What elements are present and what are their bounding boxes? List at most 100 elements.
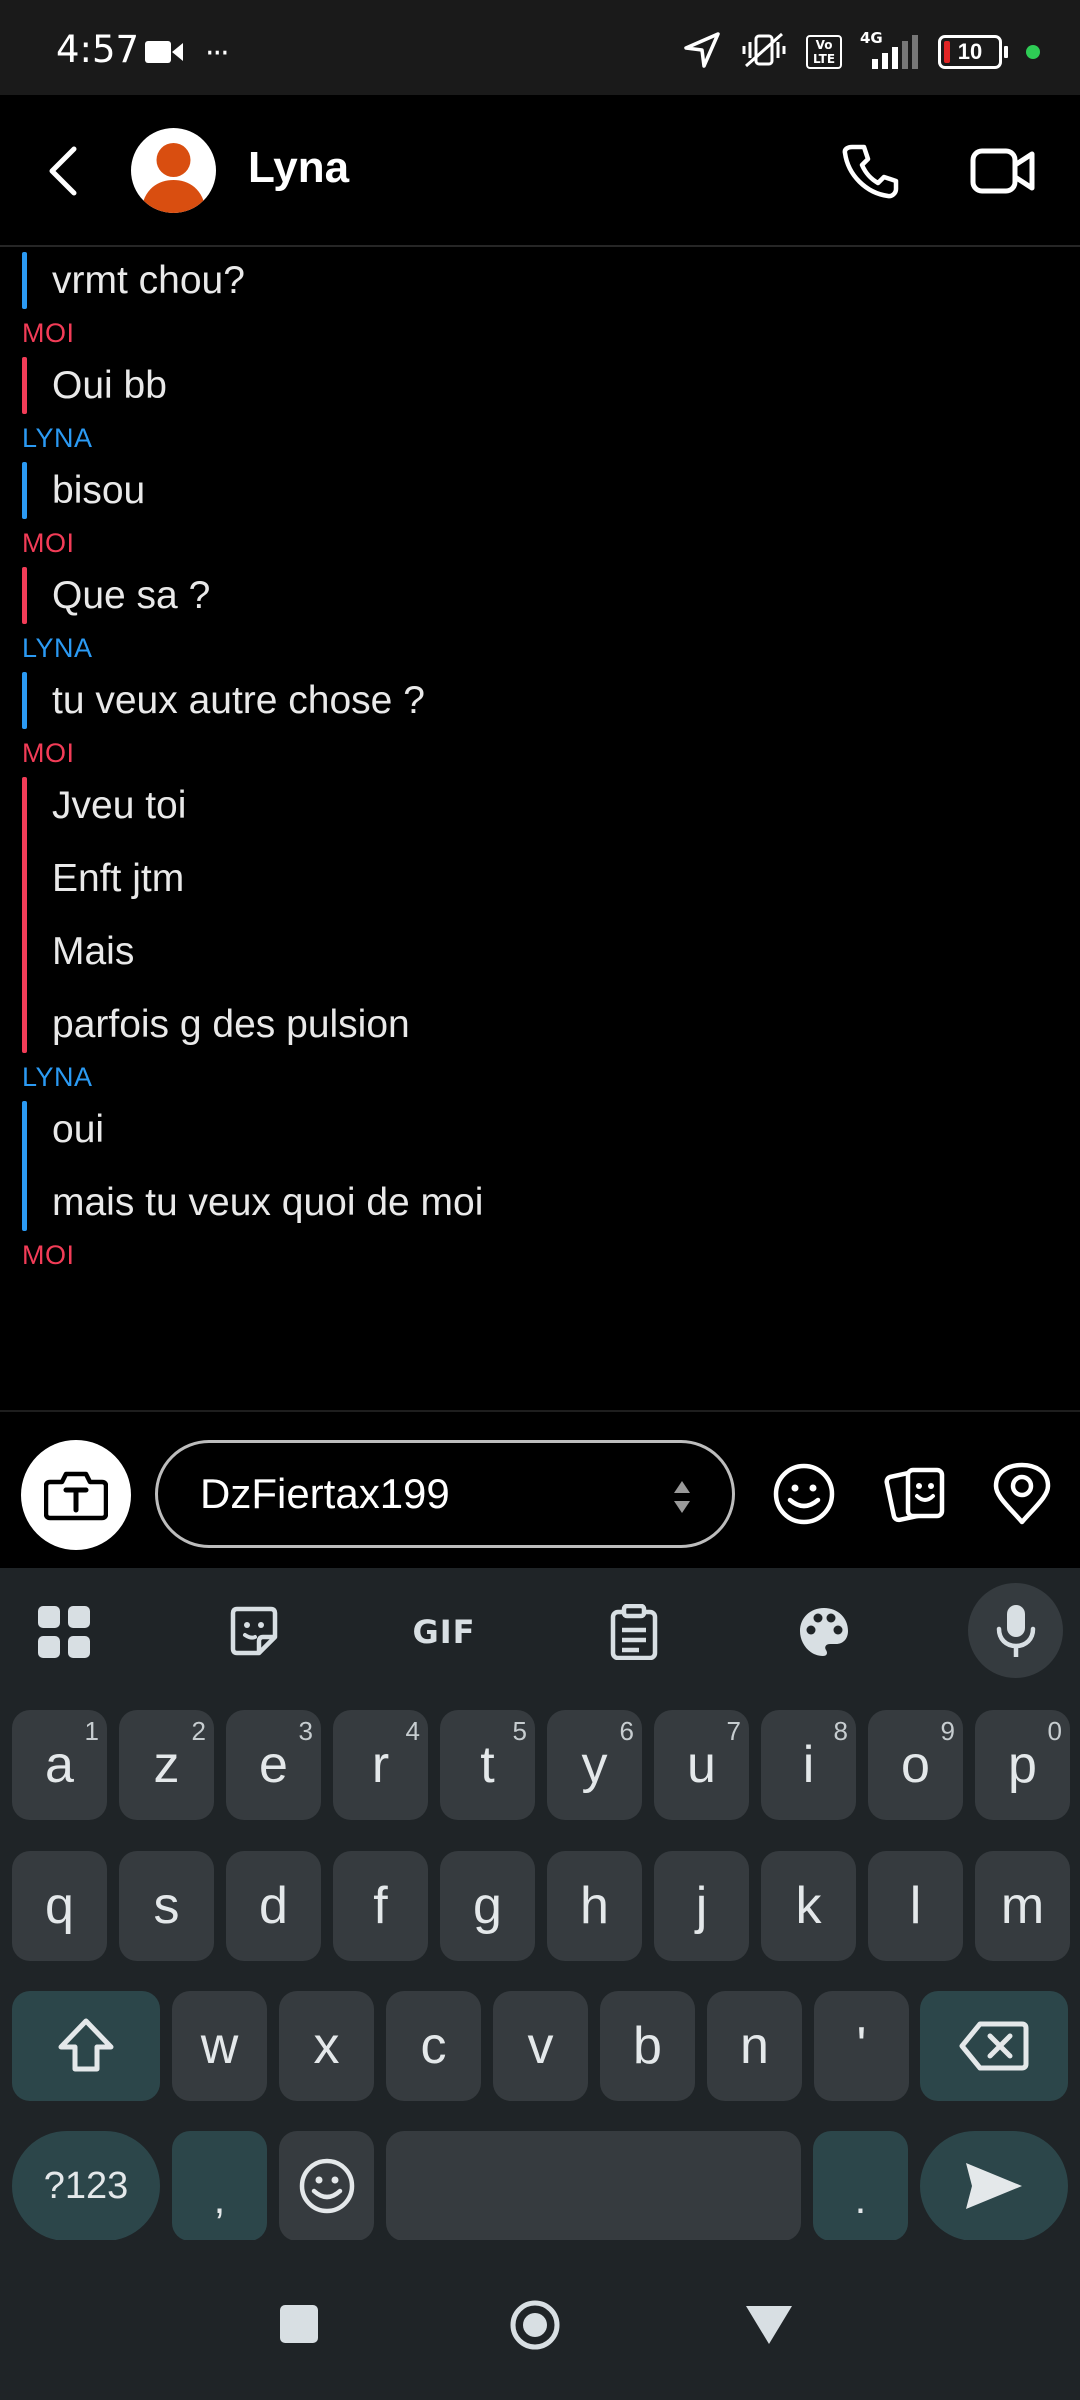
message-text[interactable]: mais tu veux quoi de moi	[52, 1166, 1080, 1239]
shift-key[interactable]	[12, 1991, 160, 2101]
theme-button[interactable]	[790, 1598, 858, 1666]
key-g[interactable]: g	[440, 1851, 535, 1961]
sticker-button[interactable]	[220, 1598, 288, 1666]
sender-color-bar	[22, 1101, 27, 1231]
key-v[interactable]: v	[493, 1991, 588, 2101]
back-button[interactable]	[40, 141, 90, 201]
message-group: tu veux autre chose ?	[0, 664, 1080, 737]
message-text[interactable]: bisou	[52, 454, 1080, 527]
message-group: Jveu toi Enft jtm Mais parfois g des pulsio…	[0, 769, 1080, 1061]
sender-color-bar	[22, 462, 27, 519]
key-e[interactable]: e3	[226, 1710, 321, 1820]
key-apostrophe[interactable]: '	[814, 1991, 909, 2101]
emoji-button[interactable]	[772, 1462, 836, 1526]
status-bar: 4:57 ··· Vo LTE 4G 10	[0, 0, 1080, 95]
message-text[interactable]: parfois g des pulsion	[52, 988, 1080, 1061]
key-k[interactable]: k	[761, 1851, 856, 1961]
message-group: Que sa ?	[0, 559, 1080, 632]
gif-button[interactable]: GIF	[408, 1598, 480, 1666]
key-w[interactable]: w	[172, 1991, 267, 2101]
key-m[interactable]: m	[975, 1851, 1070, 1961]
key-x[interactable]: x	[279, 1991, 374, 2101]
sender-color-bar	[22, 672, 27, 729]
key-q[interactable]: q	[12, 1851, 107, 1961]
message-input-value: DzFiertax199	[200, 1470, 450, 1517]
grid-icon	[38, 1606, 90, 1658]
shift-arrow-icon	[58, 2018, 114, 2072]
apps-grid-button[interactable]	[30, 1598, 98, 1666]
navigation-bar	[0, 2240, 1080, 2400]
expand-toggle-icon[interactable]	[672, 1479, 692, 1515]
backspace-key[interactable]	[920, 1991, 1068, 2101]
send-arrow-icon	[966, 2163, 1022, 2209]
status-time: 4:57	[56, 28, 140, 71]
backspace-icon	[959, 2021, 1029, 2071]
sender-label: MOI	[22, 318, 75, 348]
key-y[interactable]: y6	[547, 1710, 642, 1820]
emoji-key[interactable]	[279, 2131, 374, 2241]
sender-color-bar	[22, 567, 27, 624]
video-call-button[interactable]	[970, 145, 1036, 197]
voice-input-button[interactable]	[968, 1583, 1063, 1678]
recording-indicator-dot	[1026, 45, 1040, 59]
battery-icon: 10	[938, 35, 1008, 69]
comma-key[interactable]: ,	[172, 2131, 267, 2241]
key-h[interactable]: h	[547, 1851, 642, 1961]
location-share-button[interactable]	[990, 1462, 1054, 1526]
smiley-icon	[773, 1463, 835, 1525]
message-text[interactable]: tu veux autre chose ?	[52, 664, 1080, 737]
period-key[interactable]: .	[813, 2131, 908, 2241]
contact-name[interactable]: Lyna	[248, 143, 349, 193]
symbols-key[interactable]: ?123	[12, 2131, 160, 2241]
key-j[interactable]: j	[654, 1851, 749, 1961]
message-group: oui mais tu veux quoi de moi	[0, 1093, 1080, 1239]
message-text[interactable]: Oui bb	[52, 349, 1080, 422]
keyboard-toolbar: GIF	[0, 1568, 1080, 1696]
key-b[interactable]: b	[600, 1991, 695, 2101]
avatar[interactable]	[131, 128, 216, 213]
message-text[interactable]: Enft jtm	[52, 842, 1080, 915]
clipboard-icon	[610, 1604, 658, 1660]
key-u[interactable]: u7	[654, 1710, 749, 1820]
message-text[interactable]: Jveu toi	[52, 769, 1080, 842]
key-l[interactable]: l	[868, 1851, 963, 1961]
key-c[interactable]: c	[386, 1991, 481, 2101]
sender-color-bar	[22, 252, 27, 309]
space-bar[interactable]	[386, 2131, 801, 2241]
key-f[interactable]: f	[333, 1851, 428, 1961]
home-circle-icon	[510, 2300, 560, 2350]
message-group: bisou	[0, 454, 1080, 527]
clipboard-button[interactable]	[600, 1598, 668, 1666]
chevron-left-icon	[49, 146, 77, 196]
sender-label: MOI	[22, 738, 75, 768]
key-r[interactable]: r4	[333, 1710, 428, 1820]
camera-button[interactable]	[21, 1440, 131, 1550]
voice-call-button[interactable]	[840, 141, 900, 201]
key-p[interactable]: p0	[975, 1710, 1070, 1820]
composer: DzFiertax199	[0, 1410, 1080, 1568]
video-recording-icon	[145, 39, 185, 69]
key-t[interactable]: t5	[440, 1710, 535, 1820]
send-key[interactable]	[920, 2131, 1068, 2241]
back-nav-button[interactable]	[744, 2304, 794, 2346]
key-n[interactable]: n	[707, 1991, 802, 2101]
message-text[interactable]: Mais	[52, 915, 1080, 988]
message-input[interactable]: DzFiertax199	[155, 1440, 735, 1548]
key-a[interactable]: a1	[12, 1710, 107, 1820]
message-text[interactable]: oui	[52, 1093, 1080, 1166]
message-group: Oui bb	[0, 349, 1080, 422]
recent-apps-button[interactable]	[280, 2305, 318, 2343]
key-z[interactable]: z2	[119, 1710, 214, 1820]
key-d[interactable]: d	[226, 1851, 321, 1961]
message-list[interactable]: vrmt chou? MOI Oui bb LYNA bisou MOI Que sa ? L…	[0, 248, 1080, 1408]
key-o[interactable]: o9	[868, 1710, 963, 1820]
triangle-back-icon	[746, 2306, 792, 2344]
message-text[interactable]: Que sa ?	[52, 559, 1080, 632]
home-button[interactable]	[508, 2298, 562, 2352]
message-text[interactable]: vrmt chou?	[52, 248, 1080, 317]
map-pin-icon	[993, 1462, 1051, 1525]
key-s[interactable]: s	[119, 1851, 214, 1961]
memories-button[interactable]	[884, 1462, 948, 1526]
microphone-icon	[996, 1604, 1035, 1657]
key-i[interactable]: i8	[761, 1710, 856, 1820]
